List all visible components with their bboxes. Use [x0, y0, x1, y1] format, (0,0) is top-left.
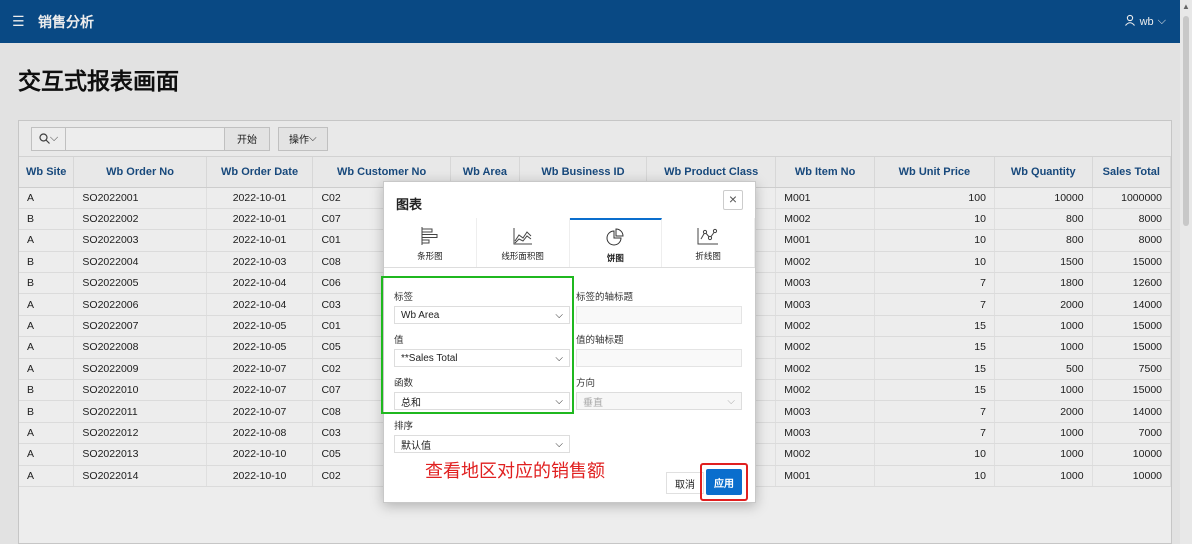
tab-bar-chart[interactable]: 条形图: [384, 218, 477, 267]
tab-area-chart[interactable]: 线形面积图: [477, 218, 570, 267]
scroll-up-icon[interactable]: ▲: [1182, 2, 1190, 11]
value-axis-title-input[interactable]: [576, 349, 742, 367]
bar-chart-icon: [384, 225, 476, 247]
close-icon[interactable]: ×: [723, 190, 743, 210]
pie-chart-icon: [570, 227, 662, 249]
chart-type-tabs: 条形图 线形面积图 饼图 折线图: [384, 218, 755, 268]
tab-label: 饼图: [606, 253, 624, 263]
tab-pie-chart[interactable]: 饼图: [569, 218, 663, 267]
chevron-down-icon: ⌵: [555, 438, 563, 450]
sort-field-label: 排序: [394, 421, 414, 432]
orientation-field: 方向 垂直 ⌵: [576, 375, 742, 410]
highlight-box-green: [381, 276, 574, 414]
sort-select-value: 默认值: [401, 440, 431, 452]
chevron-down-icon: ⌵: [727, 395, 735, 407]
tab-label: 线形面积图: [501, 251, 544, 261]
orientation-label: 方向: [576, 378, 596, 389]
label-axis-title-label: 标签的轴标题: [576, 292, 634, 303]
area-chart-icon: [477, 225, 569, 247]
line-chart-icon: [662, 225, 754, 247]
value-axis-title-field: 值的轴标题: [576, 332, 742, 367]
page-scrollbar[interactable]: ▲: [1180, 0, 1192, 544]
apply-button[interactable]: 应用: [706, 469, 742, 495]
orientation-select-value: 垂直: [583, 397, 603, 409]
sort-select[interactable]: 默认值 ⌵: [394, 435, 570, 453]
label-axis-title-field: 标签的轴标题: [576, 289, 742, 324]
value-axis-title-label: 值的轴标题: [576, 335, 624, 346]
tab-label: 折线图: [695, 251, 721, 261]
scrollbar-thumb[interactable]: [1183, 16, 1189, 226]
label-axis-title-input[interactable]: [576, 306, 742, 324]
sort-field: 排序 默认值 ⌵: [394, 418, 570, 453]
tab-label: 条形图: [417, 251, 443, 261]
cancel-button[interactable]: 取消: [666, 472, 704, 494]
orientation-select[interactable]: 垂直 ⌵: [576, 392, 742, 410]
dialog-title: 图表: [396, 197, 423, 212]
tab-line-chart[interactable]: 折线图: [662, 218, 755, 267]
annotation-text: 查看地区对应的销售额: [425, 461, 605, 481]
